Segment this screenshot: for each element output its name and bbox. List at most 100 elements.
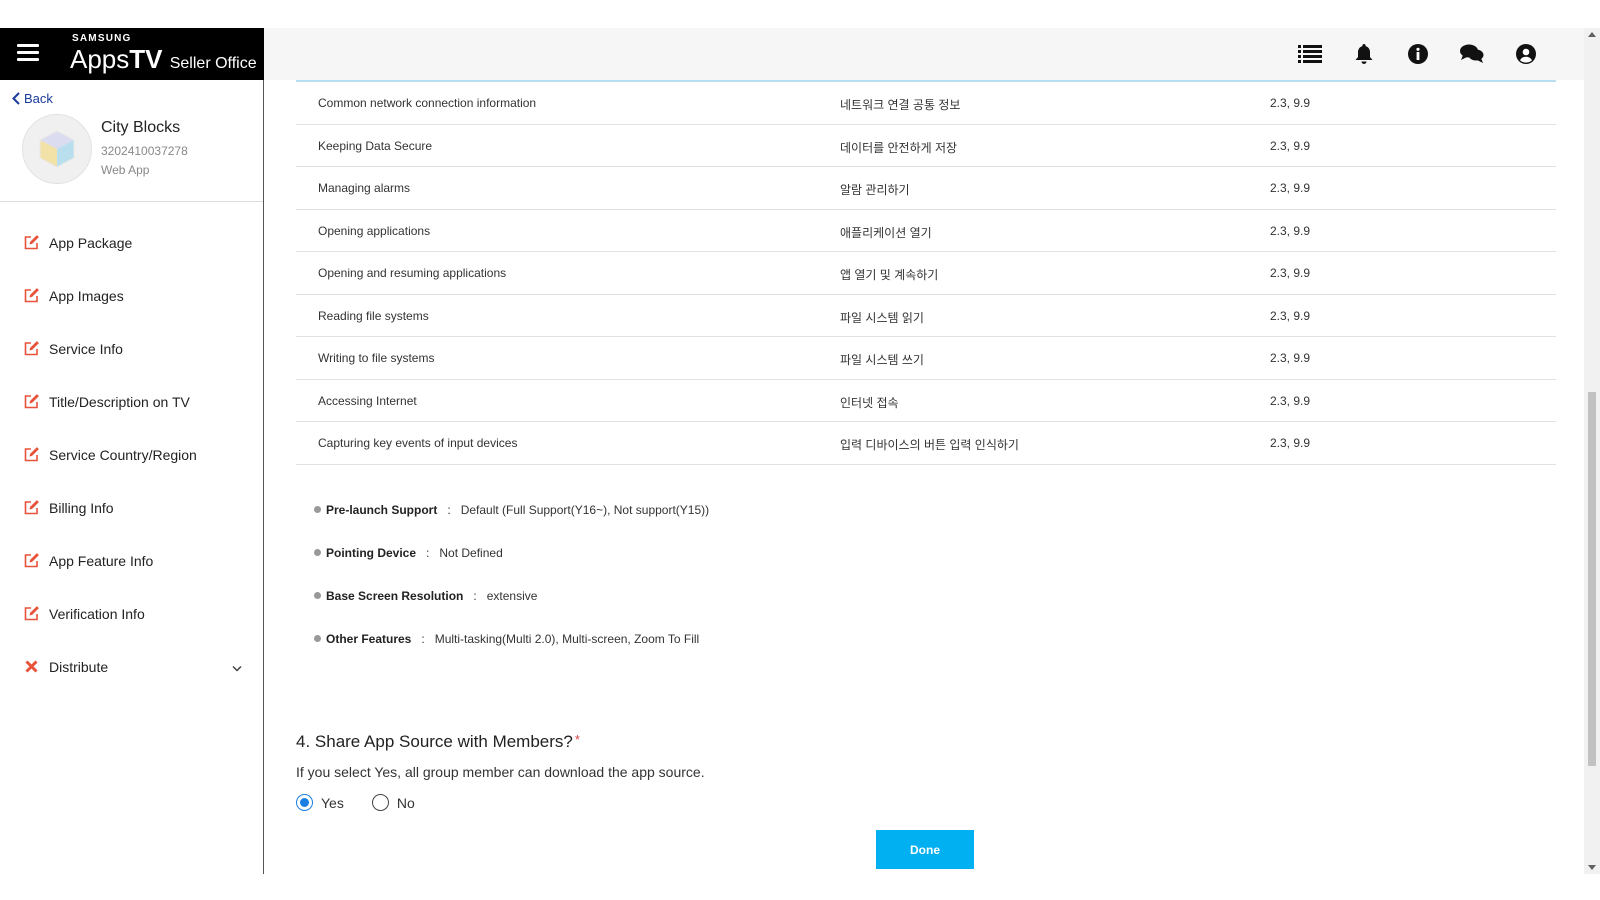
sidebar-item-label: Billing Info xyxy=(49,499,114,516)
feature-value: Default (Full Support(Y16~), Not support… xyxy=(460,502,710,517)
feature-separator: : xyxy=(421,631,425,646)
back-link[interactable]: Back xyxy=(12,91,53,106)
bullet-dot-icon xyxy=(314,549,321,556)
privilege-name-korean: 알람 관리하기 xyxy=(840,183,910,197)
scrollbar-thumb[interactable] xyxy=(1588,392,1596,766)
feature-separator: : xyxy=(426,545,430,560)
sidebar-item-label: App Feature Info xyxy=(49,552,154,569)
logo-apps: Apps xyxy=(70,44,130,74)
list-icon[interactable] xyxy=(1296,40,1324,68)
page-scrollbar[interactable] xyxy=(1584,28,1600,874)
privilege-name: Common network connection information xyxy=(318,96,537,110)
privilege-name-korean: 인터넷 접속 xyxy=(840,395,899,410)
bell-icon[interactable] xyxy=(1350,40,1378,68)
bottom-blank-strip xyxy=(0,874,1600,900)
share-source-radio-group: Yes No xyxy=(296,794,443,811)
feature-separator: : xyxy=(473,588,477,603)
edit-icon xyxy=(22,287,40,305)
radio-no[interactable]: No xyxy=(371,794,415,811)
sidebar-item-label: Service Info xyxy=(49,340,123,357)
privilege-version: 2.3, 9.9 xyxy=(1270,181,1311,195)
sidebar-item-verification-info[interactable]: Verification Info xyxy=(0,587,263,640)
done-button[interactable]: Done xyxy=(876,830,974,869)
privilege-name-korean: 앱 열기 및 계속하기 xyxy=(840,268,939,282)
feature-item-pre-launch: Pre-launch Support : Default (Full Suppo… xyxy=(314,488,709,531)
edit-icon xyxy=(22,552,40,570)
table-row: Reading file systems 파일 시스템 읽기 2.3, 9.9 xyxy=(296,295,1556,337)
sidebar-item-distribute[interactable]: Distribute xyxy=(0,640,263,693)
edit-icon xyxy=(22,446,40,464)
info-icon[interactable] xyxy=(1404,40,1432,68)
sidebar-item-label: App Package xyxy=(49,234,133,251)
privilege-name: Keeping Data Secure xyxy=(318,138,433,153)
privilege-name: Opening and resuming applications xyxy=(318,266,507,280)
share-source-description: If you select Yes, all group member can … xyxy=(296,764,705,780)
edit-icon xyxy=(22,393,40,411)
feature-key: Pointing Device xyxy=(326,545,417,560)
app-name: City Blocks xyxy=(101,119,181,136)
hamburger-menu-icon[interactable] xyxy=(17,44,39,62)
table-row: Opening and resuming applications 앱 열기 및… xyxy=(296,252,1556,295)
feature-list: Pre-launch Support : Default (Full Suppo… xyxy=(314,488,709,660)
share-source-heading: 4. Share App Source with Members? * xyxy=(296,732,580,752)
sidebar-item-app-package[interactable]: App Package xyxy=(0,216,263,269)
privilege-version: 2.3, 9.9 xyxy=(1270,436,1311,450)
apps-tv-seller-office-logo[interactable]: AppsTV Seller Office xyxy=(70,44,257,79)
edit-icon xyxy=(22,499,40,517)
app-thumbnail xyxy=(22,114,92,184)
sidebar-item-app-feature-info[interactable]: App Feature Info xyxy=(0,534,263,587)
logo-seller-office: Seller Office xyxy=(169,55,257,72)
feature-value: extensive xyxy=(486,588,538,603)
feature-value: Not Defined xyxy=(439,545,503,560)
feature-key: Pre-launch Support xyxy=(326,502,438,517)
radio-unselected-icon[interactable] xyxy=(371,794,389,811)
bullet-dot-icon xyxy=(314,592,321,599)
feature-key: Base Screen Resolution xyxy=(326,588,464,603)
table-row: Managing alarms 알람 관리하기 2.3, 9.9 xyxy=(296,167,1556,210)
privilege-name: Capturing key events of input devices xyxy=(318,436,518,450)
radio-yes[interactable]: Yes xyxy=(296,794,344,811)
privilege-version: 2.3, 9.9 xyxy=(1270,308,1311,323)
privilege-name: Writing to file systems xyxy=(318,351,435,365)
scroll-up-arrow-icon[interactable] xyxy=(1588,32,1596,37)
chat-icon[interactable] xyxy=(1458,40,1486,68)
back-label: Back xyxy=(24,91,53,106)
table-row: Accessing Internet 인터넷 접속 2.3, 9.9 xyxy=(296,380,1556,422)
privilege-name-korean: 파일 시스템 쓰기 xyxy=(840,353,924,367)
privilege-name: Accessing Internet xyxy=(318,393,417,408)
sidebar-nav: App Package App Images Service Info Titl… xyxy=(0,216,263,693)
top-blank-strip xyxy=(0,0,1600,28)
sidebar-item-service-info[interactable]: Service Info xyxy=(0,322,263,375)
feature-item-base-resolution: Base Screen Resolution : extensive xyxy=(314,574,709,617)
radio-selected-icon[interactable] xyxy=(296,794,313,811)
privilege-version: 2.3, 9.9 xyxy=(1270,351,1311,365)
feature-value: Multi-tasking(Multi 2.0), Multi-screen, … xyxy=(434,631,700,646)
sidebar-item-service-country[interactable]: Service Country/Region xyxy=(0,428,263,481)
sidebar-item-billing-info[interactable]: Billing Info xyxy=(0,481,263,534)
edit-icon xyxy=(22,340,40,358)
privilege-name-korean: 파일 시스템 읽기 xyxy=(840,310,924,325)
privilege-version: 2.3, 9.9 xyxy=(1270,266,1311,280)
radio-label: No xyxy=(396,794,415,811)
chevron-down-icon[interactable] xyxy=(232,659,242,675)
table-row: Writing to file systems 파일 시스템 쓰기 2.3, 9… xyxy=(296,337,1556,380)
required-mark: * xyxy=(574,732,580,747)
scroll-down-arrow-icon[interactable] xyxy=(1588,865,1596,870)
privilege-table: Common network connection information 네트… xyxy=(296,80,1556,465)
privilege-name-korean: 애플리케이션 열기 xyxy=(840,225,932,240)
sidebar-item-app-images[interactable]: App Images xyxy=(0,269,263,322)
sidebar: Back City Blocks 3202410037278 Web App A… xyxy=(0,80,264,874)
user-icon[interactable] xyxy=(1512,40,1540,68)
sidebar-item-title-description[interactable]: Title/Description on TV xyxy=(0,375,263,428)
sidebar-item-label: App Images xyxy=(49,287,124,304)
privilege-version: 2.3, 9.9 xyxy=(1270,138,1311,153)
table-row: Opening applications 애플리케이션 열기 2.3, 9.9 xyxy=(296,210,1556,252)
top-header xyxy=(264,28,1584,80)
sidebar-item-label: Title/Description on TV xyxy=(49,393,190,410)
sidebar-item-label: Verification Info xyxy=(49,605,145,622)
radio-label: Yes xyxy=(321,794,344,811)
table-row: Capturing key events of input devices 입력… xyxy=(296,422,1556,465)
app-cube-icon xyxy=(39,130,75,168)
table-row: Common network connection information 네트… xyxy=(296,82,1556,125)
privilege-name: Managing alarms xyxy=(318,181,411,195)
